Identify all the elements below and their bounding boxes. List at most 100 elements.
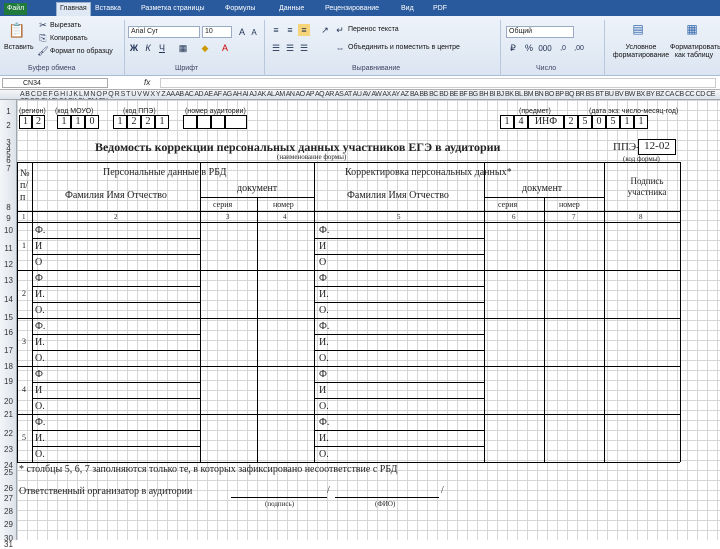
align-top-icon[interactable]: ≡ <box>270 24 282 36</box>
date-digit[interactable]: 1 <box>620 115 634 129</box>
wrap-text-icon[interactable]: ↵ <box>334 24 346 36</box>
cut-icon[interactable]: ✂ <box>38 20 48 30</box>
row-number[interactable]: 27 <box>0 494 17 503</box>
paste-button[interactable]: Вставить <box>4 44 34 51</box>
row-number[interactable]: 28 <box>0 507 17 516</box>
subject-digit[interactable]: 1 <box>500 115 514 129</box>
tab-review[interactable]: Рецензирование <box>322 3 382 15</box>
date-digit[interactable]: 2 <box>564 115 578 129</box>
orientation-icon[interactable]: ↗ <box>318 24 332 36</box>
row-number[interactable]: 26 <box>0 484 17 493</box>
paste-icon[interactable]: 📋 <box>6 20 28 40</box>
align-center-icon[interactable]: ☰ <box>284 42 296 54</box>
date-digit[interactable]: 5 <box>578 115 592 129</box>
region-digit[interactable]: 1 <box>19 115 32 129</box>
row-number[interactable]: 25 <box>0 468 17 477</box>
underline-button[interactable]: Ч <box>156 42 168 54</box>
cut-button[interactable]: Вырезать <box>50 22 81 29</box>
auditorium-digit[interactable] <box>211 115 225 129</box>
borders-icon[interactable]: ▦ <box>176 42 190 54</box>
tab-home[interactable]: Главная <box>56 2 91 16</box>
copy-icon[interactable]: ⎘ <box>38 33 48 43</box>
merge-icon[interactable]: ⇔ <box>334 42 346 54</box>
row-number[interactable]: 7 <box>0 164 17 173</box>
row-number[interactable]: 14 <box>0 295 17 304</box>
row-number[interactable]: 13 <box>0 276 17 285</box>
increase-decimal-icon[interactable]: ,0 <box>556 42 570 54</box>
row-number[interactable]: 20 <box>0 397 17 406</box>
decrease-decimal-icon[interactable]: ,00 <box>572 42 586 54</box>
format-painter-icon[interactable]: 🖌 <box>37 46 48 56</box>
auditorium-digit[interactable] <box>197 115 211 129</box>
row-number[interactable]: 2 <box>0 121 17 130</box>
row-number[interactable]: 10 <box>0 226 17 235</box>
row-number[interactable]: 18 <box>0 362 17 371</box>
currency-icon[interactable]: ₽ <box>506 42 520 54</box>
tab-view[interactable]: Вид <box>398 3 417 15</box>
ppe-digit[interactable]: 2 <box>127 115 141 129</box>
wrap-text-button[interactable]: Перенос текста <box>348 26 399 33</box>
row-number[interactable]: 21 <box>0 410 17 419</box>
row-number[interactable]: 1 <box>0 107 17 116</box>
date-digit[interactable]: 5 <box>606 115 620 129</box>
shrink-font-icon[interactable]: A <box>248 26 260 38</box>
font-color-icon[interactable]: A <box>218 42 232 54</box>
row-number[interactable]: 16 <box>0 328 17 337</box>
auditorium-digit[interactable] <box>225 115 247 129</box>
region-digit[interactable]: 2 <box>32 115 45 129</box>
row-number[interactable]: 22 <box>0 429 17 438</box>
tab-data[interactable]: Данные <box>276 3 307 15</box>
font-size-combo[interactable]: 10 <box>202 26 232 38</box>
ppe-digit[interactable]: 1 <box>113 115 127 129</box>
align-left-icon[interactable]: ☰ <box>270 42 282 54</box>
tab-formulas[interactable]: Формулы <box>222 3 258 15</box>
date-digit[interactable]: 1 <box>634 115 648 129</box>
mouo-digit[interactable]: 0 <box>85 115 99 129</box>
ppe-digit[interactable]: 1 <box>155 115 169 129</box>
worksheet-grid[interactable]: (регион) (код МОУО) (код ППЭ) (номер ауд… <box>17 100 720 540</box>
row-number[interactable]: 11 <box>0 244 17 253</box>
tab-pdf[interactable]: PDF <box>430 3 450 15</box>
row-number[interactable]: 9 <box>0 214 17 223</box>
percent-icon[interactable]: % <box>522 42 536 54</box>
formula-input[interactable] <box>160 78 716 88</box>
column-letters[interactable]: A B C D E F G H I J K L M N O P Q R S T … <box>20 91 720 99</box>
format-table-icon[interactable]: ▦ <box>682 20 702 38</box>
fx-icon[interactable]: fx <box>144 79 150 87</box>
subject-digit[interactable]: 4 <box>514 115 528 129</box>
format-painter-button[interactable]: Формат по образцу <box>50 48 113 55</box>
fill-color-icon[interactable]: ◆ <box>198 42 212 54</box>
mouo-digit[interactable]: 1 <box>71 115 85 129</box>
tab-page-layout[interactable]: Разметка страницы <box>138 3 208 15</box>
copy-button[interactable]: Копировать <box>50 35 88 42</box>
italic-button[interactable]: К <box>142 42 154 54</box>
name-box[interactable]: CN34 <box>2 78 108 88</box>
form-code[interactable]: 12-02 <box>638 139 676 155</box>
align-middle-icon[interactable]: ≡ <box>284 24 296 36</box>
row-number[interactable]: 12 <box>0 260 17 269</box>
align-right-icon[interactable]: ☰ <box>298 42 310 54</box>
grow-font-icon[interactable]: A <box>236 26 248 38</box>
thousands-icon[interactable]: 000 <box>538 42 552 54</box>
row-number[interactable]: 31 <box>0 540 17 549</box>
conditional-format-button[interactable]: Условное форматирование <box>612 44 670 60</box>
row-number[interactable]: 15 <box>0 313 17 322</box>
ppe-digit[interactable]: 2 <box>141 115 155 129</box>
tab-file[interactable]: Файл <box>4 3 28 15</box>
number-format-combo[interactable]: Общий <box>506 26 574 38</box>
auditorium-digit[interactable] <box>183 115 197 129</box>
conditional-format-icon[interactable]: ▤ <box>628 20 648 38</box>
align-bottom-icon[interactable]: ≡ <box>298 24 310 36</box>
row-number[interactable]: 17 <box>0 346 17 355</box>
row-number[interactable]: 23 <box>0 445 17 454</box>
row-number[interactable]: 19 <box>0 377 17 386</box>
date-digit[interactable]: 0 <box>592 115 606 129</box>
subject-name[interactable]: ИНФ <box>528 115 564 129</box>
font-name-combo[interactable]: Arial Cyr <box>128 26 200 38</box>
tab-insert[interactable]: Вставка <box>92 3 124 15</box>
row-number[interactable]: 29 <box>0 520 17 529</box>
bold-button[interactable]: Ж <box>128 42 140 54</box>
merge-center-button[interactable]: Объединить и поместить в центре <box>348 44 460 51</box>
row-number[interactable]: 8 <box>0 203 17 212</box>
format-table-button[interactable]: Форматировать как таблицу <box>670 44 720 60</box>
